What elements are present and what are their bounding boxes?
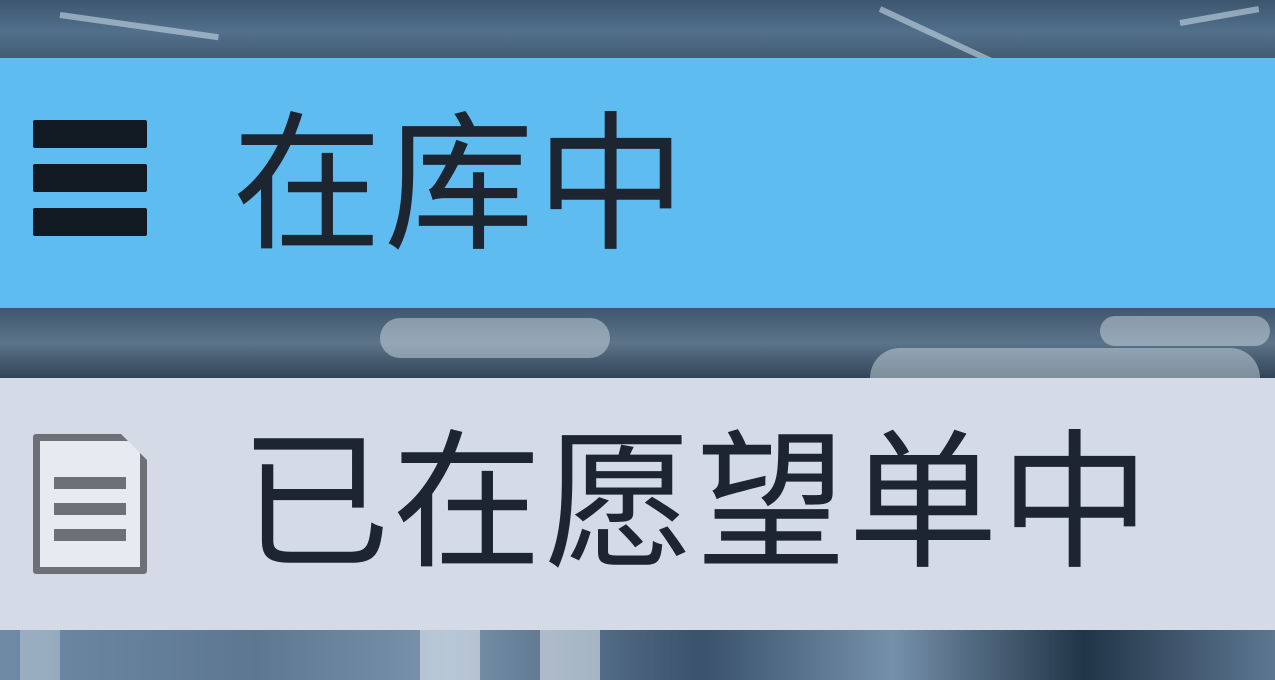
menu-item-in-wishlist[interactable]: 已在愿望单中 bbox=[0, 378, 1275, 630]
menu-item-label: 已在愿望单中 bbox=[240, 417, 1153, 591]
document-icon bbox=[33, 434, 147, 574]
menu-item-label: 在库中 bbox=[232, 99, 689, 273]
background-strip-top bbox=[0, 0, 1275, 71]
menu-item-in-library[interactable]: 在库中 bbox=[0, 58, 1275, 308]
background-strip-bottom bbox=[0, 630, 1275, 680]
background-strip-middle bbox=[0, 308, 1275, 378]
stack-icon bbox=[33, 120, 147, 242]
